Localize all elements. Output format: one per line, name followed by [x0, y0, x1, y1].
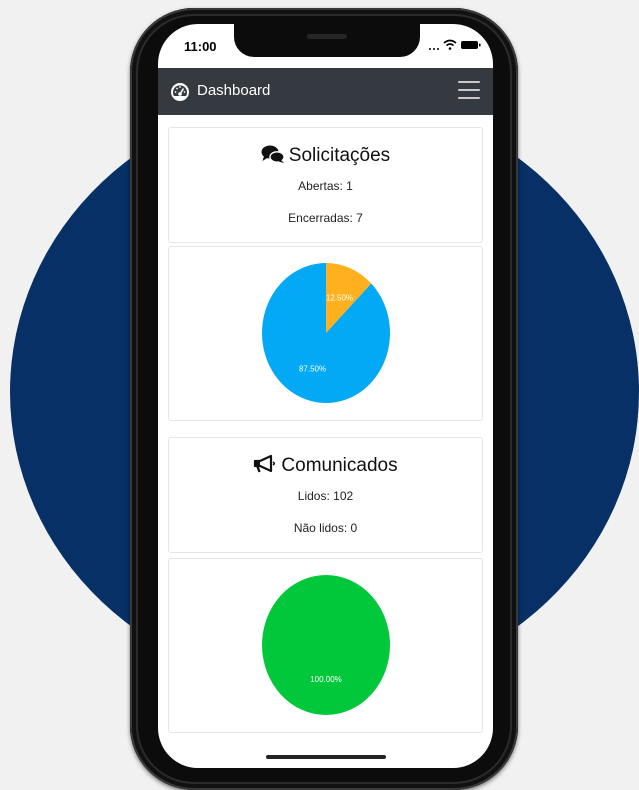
lidos-count: Lidos: 102 [297, 489, 354, 503]
comunicados-heading: Comunicados [169, 454, 482, 477]
encerradas-count: Encerradas: 7 [288, 211, 363, 225]
page-title: Dashboard [197, 82, 271, 99]
navbar: Dashboard [158, 68, 493, 115]
tachometer-icon [171, 83, 189, 101]
comments-icon [261, 145, 285, 163]
phone-screen: 11:00 Dashboard Solicitações Abertas: 1 … [158, 24, 493, 768]
solicitacoes-title: Solicitações [288, 145, 391, 166]
nao-lidos-count: Não lidos: 0 [293, 521, 358, 535]
wifi-icon [443, 39, 457, 50]
solicitacoes-pie-chart: 12.50% 87.50% [262, 263, 391, 403]
phone-notch [234, 24, 420, 57]
solicitacoes-heading: Solicitações [169, 144, 482, 167]
solicitacoes-chart-card: 12.50% 87.50% [168, 246, 483, 421]
abertas-count: Abertas: 1 [298, 179, 353, 193]
signal-icon [429, 48, 439, 50]
comunicados-pie-chart: 100.00% [262, 575, 390, 715]
bullhorn-icon [254, 454, 276, 473]
battery-icon [461, 41, 481, 49]
pie-slice-encerradas [262, 263, 391, 403]
solicitacoes-card: Solicitações Abertas: 1 Encerradas: 7 [168, 127, 483, 243]
comunicados-title: Comunicados [281, 455, 398, 476]
status-time: 11:00 [184, 39, 217, 54]
speaker-grille [307, 34, 347, 39]
status-icons [429, 39, 481, 50]
pie-slice-lidos [262, 575, 390, 715]
pie-label-lidos: 100.00% [310, 675, 342, 684]
pie-label-abertas: 12.50% [326, 293, 353, 302]
pie-label-encerradas: 87.50% [299, 365, 326, 374]
hamburger-icon[interactable] [458, 81, 480, 101]
home-indicator [266, 755, 386, 759]
comunicados-chart-card: 100.00% [168, 558, 483, 733]
comunicados-card: Comunicados Lidos: 102 Não lidos: 0 [168, 437, 483, 553]
